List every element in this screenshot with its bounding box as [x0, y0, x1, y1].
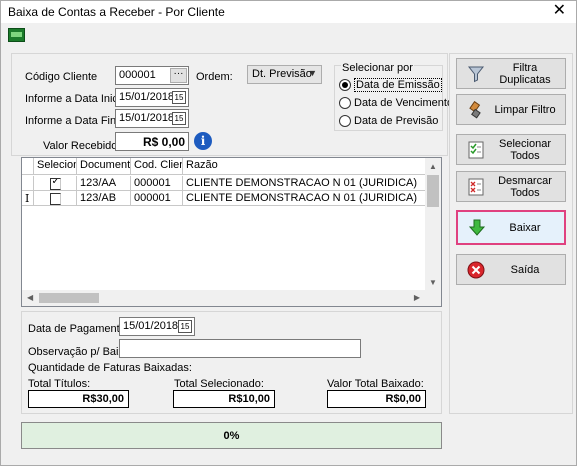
scroll-left-icon[interactable]: ◀ — [27, 293, 33, 302]
lookup-button[interactable]: ··· — [170, 68, 187, 83]
radio-data-previsao[interactable]: Data de Previsão — [339, 115, 438, 127]
valor-recebido-label: Valor Recebido: — [43, 140, 121, 152]
codigo-cliente-value: 000001 — [119, 69, 156, 81]
documento-cell: 123/AB — [77, 191, 131, 205]
baixar-button[interactable]: Baixar — [456, 210, 566, 245]
limpar-filtro-button[interactable]: Limpar Filtro — [456, 94, 566, 125]
data-final-value: 15/01/2018 — [119, 112, 175, 124]
row-indicator — [22, 176, 34, 190]
selecionar-todos-button[interactable]: Selecionar Todos — [456, 134, 566, 165]
title-bar: Baixa de Contas a Receber - Por Cliente … — [1, 1, 576, 23]
faturas-grid[interactable]: Seleciona Documento Cod. Cliente Razão 1… — [21, 157, 442, 307]
data-inicial-label: Informe a Data Inicial — [25, 93, 129, 105]
column-header[interactable]: Seleciona — [34, 158, 77, 174]
filtra-duplicatas-button[interactable]: Filtra Duplicatas — [456, 58, 566, 89]
limpar-filtro-label: Limpar Filtro — [494, 103, 556, 116]
column-header[interactable]: Cod. Cliente — [131, 158, 183, 174]
radio-data-vencimento[interactable]: Data de Vencimento — [339, 97, 453, 109]
scroll-down-icon[interactable]: ▼ — [429, 278, 437, 287]
calendar-icon[interactable]: 15 — [178, 320, 192, 333]
total-titulos-value: R$30,00 — [28, 390, 129, 408]
desmarcar-todos-button[interactable]: Desmarcar Todos — [456, 171, 566, 202]
progress-bar: 0% — [21, 422, 442, 449]
radio-label: Data de Vencimento — [354, 97, 454, 109]
radio-button[interactable] — [339, 79, 351, 91]
observacao-label: Observação p/ Baixa — [28, 346, 131, 358]
ordem-value: Dt. Previsão — [252, 68, 312, 80]
data-final-field[interactable]: 15/01/2018 15 — [115, 109, 189, 128]
data-pagamento-field[interactable]: 15/01/2018 15 — [119, 317, 195, 336]
total-selecionado-value: R$10,00 — [173, 390, 275, 408]
scroll-thumb[interactable] — [39, 293, 99, 303]
row-checkbox[interactable] — [49, 193, 61, 205]
eraser-icon — [469, 101, 481, 119]
selecionar-por-legend: Selecionar por — [341, 62, 414, 74]
baixar-label: Baixar — [509, 221, 541, 234]
data-final-label: Informe a Data Final — [25, 115, 125, 127]
vertical-scrollbar[interactable]: ▲ ▼ — [425, 158, 441, 290]
valor-recebido-field[interactable]: R$ 0,00 — [115, 132, 189, 151]
column-header[interactable]: Documento — [77, 158, 131, 174]
saida-button[interactable]: Saída — [456, 254, 566, 285]
chevron-down-icon: ▼ — [308, 68, 317, 78]
valor-total-value: R$0,00 — [327, 390, 426, 408]
close-circle-icon — [467, 261, 485, 279]
codigo-cliente-field[interactable]: 000001 ··· — [115, 66, 189, 85]
documento-cell: 123/AA — [77, 176, 131, 190]
radio-button[interactable] — [339, 97, 351, 109]
column-header[interactable]: Razão — [183, 158, 427, 174]
data-pagamento-value: 15/01/2018 — [123, 320, 179, 332]
progress-label: 0% — [223, 430, 240, 442]
cod-cliente-cell: 000001 — [131, 191, 183, 205]
data-pagamento-label: Data de Pagamento — [28, 323, 126, 335]
codigo-cliente-label: Código Cliente — [25, 71, 98, 83]
uncheck-list-icon — [468, 178, 484, 196]
radio-data-emissao[interactable]: Data de Emissão — [339, 78, 442, 92]
data-inicial-field[interactable]: 15/01/2018 15 — [115, 88, 189, 107]
radio-label: Data de Previsão — [354, 115, 439, 127]
table-row[interactable]: 123/AA 000001 CLIENTE DEMONSTRACAO N 01 … — [22, 176, 427, 191]
horizontal-scrollbar[interactable]: ◀ ▶ — [22, 290, 425, 306]
window-title: Baixa de Contas a Receber - Por Cliente — [8, 5, 225, 19]
checklist-icon — [468, 141, 484, 159]
radio-label: Data de Emissão — [354, 78, 442, 92]
info-icon[interactable]: i — [194, 132, 212, 150]
calendar-icon[interactable]: 15 — [172, 91, 186, 104]
row-indicator-header — [22, 158, 34, 174]
select-cell[interactable] — [34, 176, 77, 190]
scroll-thumb[interactable] — [427, 175, 439, 207]
radio-button[interactable] — [339, 115, 351, 127]
select-cell[interactable] — [34, 191, 77, 205]
razao-cell: CLIENTE DEMONSTRACAO N 01 (JURIDICA) — [186, 192, 418, 204]
grid-header: Seleciona Documento Cod. Cliente Razão — [22, 158, 427, 175]
ordem-select[interactable]: Dt. Previsão ▼ — [247, 65, 322, 84]
total-titulos-label: Total Títulos: — [28, 378, 91, 390]
funnel-icon — [467, 66, 485, 83]
table-row[interactable]: I 123/AB 000001 CLIENTE DEMONSTRACAO N 0… — [22, 191, 427, 206]
close-icon[interactable]: ✕ — [553, 2, 566, 20]
ordem-label: Ordem: — [196, 71, 233, 83]
desmarcar-todos-label: Desmarcar Todos — [498, 174, 552, 199]
main-window: Baixa de Contas a Receber - Por Cliente … — [0, 0, 577, 466]
valor-total-label: Valor Total Baixado: — [327, 378, 424, 390]
selecionar-todos-label: Selecionar Todos — [499, 137, 551, 162]
scroll-corner — [425, 290, 441, 306]
total-selecionado-label: Total Selecionado: — [174, 378, 264, 390]
razao-cell: CLIENTE DEMONSTRACAO N 01 (JURIDICA) — [186, 177, 418, 189]
quantidade-label: Quantidade de Faturas Baixadas: — [28, 362, 192, 374]
calendar-icon[interactable]: 15 — [172, 112, 186, 125]
filtra-duplicatas-label: Filtra Duplicatas — [499, 61, 551, 86]
row-indicator: I — [22, 191, 34, 205]
saida-label: Saída — [510, 263, 540, 276]
row-checkbox[interactable] — [49, 178, 61, 190]
scroll-right-icon[interactable]: ▶ — [414, 293, 420, 302]
calculator-icon[interactable] — [8, 28, 25, 42]
observacao-field[interactable] — [119, 339, 361, 358]
arrow-down-icon — [468, 219, 486, 236]
scroll-up-icon[interactable]: ▲ — [429, 162, 437, 171]
cod-cliente-cell: 000001 — [131, 176, 183, 190]
data-inicial-value: 15/01/2018 — [119, 91, 175, 103]
